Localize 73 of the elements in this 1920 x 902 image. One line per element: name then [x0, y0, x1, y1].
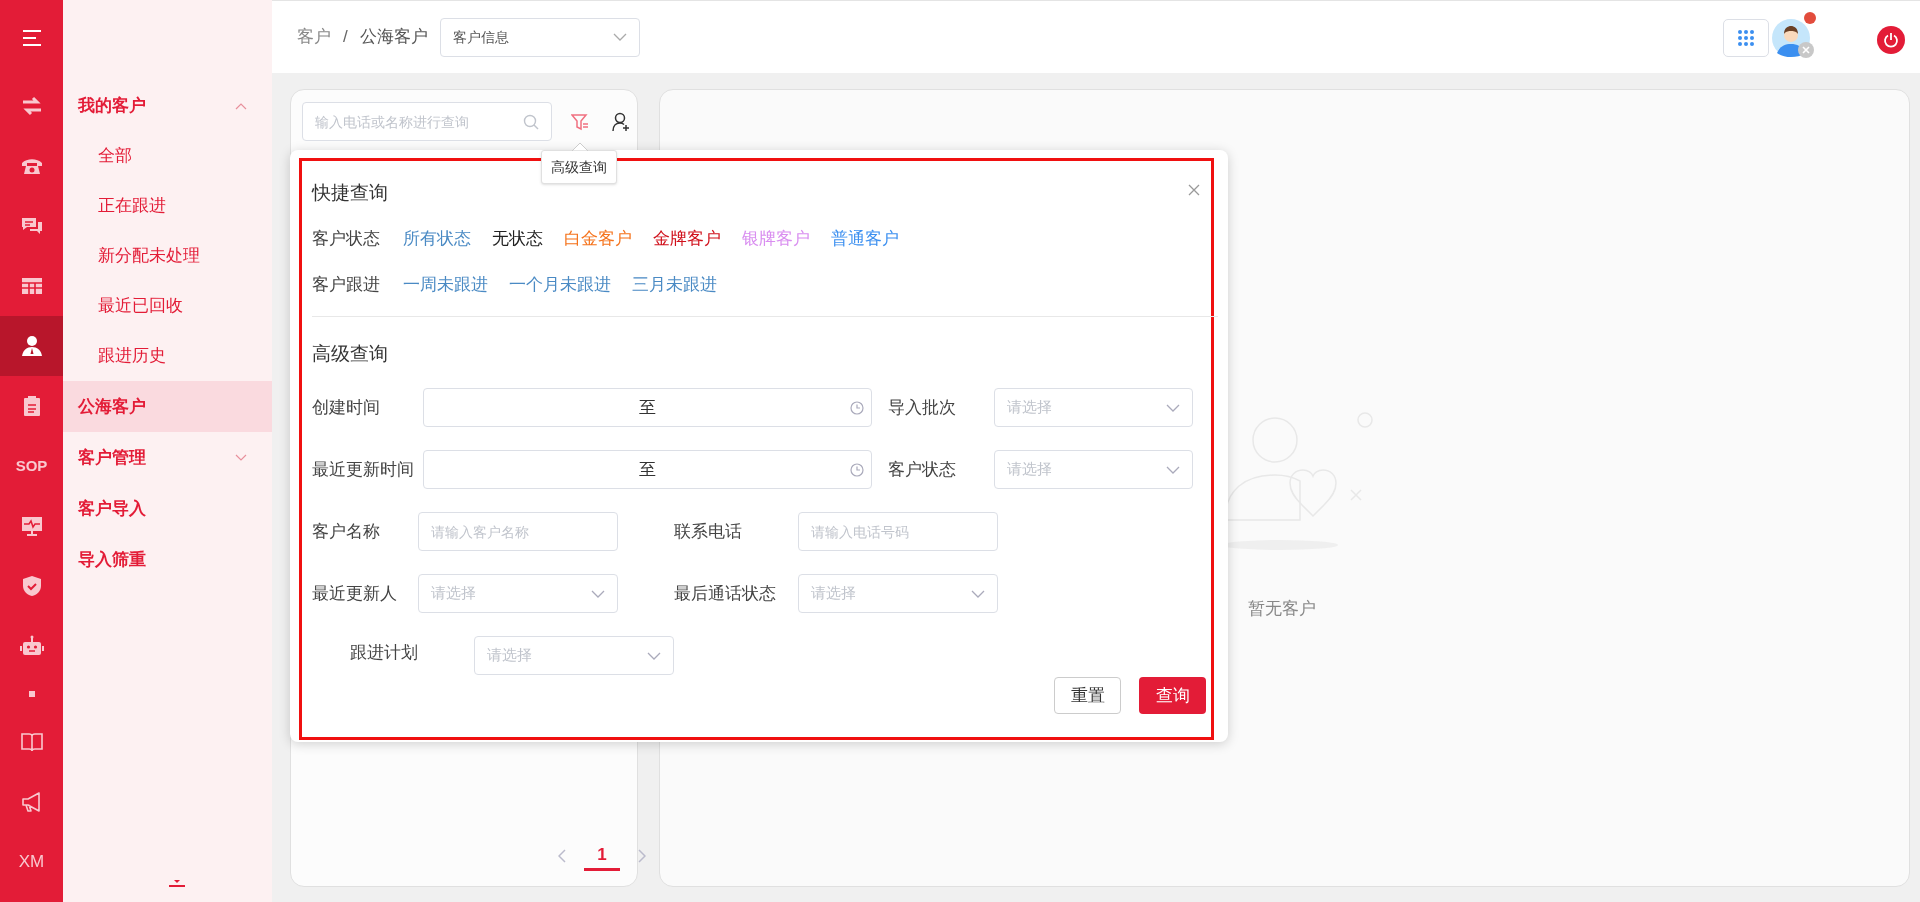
open-book-icon — [19, 730, 44, 754]
field-label: 导入批次 — [888, 396, 957, 419]
chevron-down-icon — [591, 589, 605, 598]
close-icon[interactable] — [1188, 184, 1200, 196]
field-label: 客户状态 — [888, 458, 957, 481]
breadcrumb-item[interactable]: 客户 — [297, 24, 331, 50]
sidebar-item[interactable]: 我的客户 — [63, 80, 272, 131]
clock-icon — [850, 401, 864, 415]
field-label: 跟进计划 — [350, 642, 419, 664]
sidebar-subitem[interactable]: 正在跟进 — [63, 181, 272, 231]
sidebar-subitem[interactable]: 最近已回收 — [63, 281, 272, 331]
apps-grid-icon — [1737, 29, 1755, 47]
follow-filter-link[interactable]: 三月未跟进 — [632, 272, 717, 298]
filter-label: 客户状态 — [312, 228, 380, 251]
chevron-down-icon — [1166, 403, 1180, 412]
clock-icon — [850, 463, 864, 477]
chevron-down-icon — [647, 651, 661, 660]
follow-filter-link[interactable]: 一周未跟进 — [403, 272, 488, 298]
empty-state-text: 暂无客户 — [1248, 598, 1316, 620]
rail-item[interactable]: SOP — [0, 436, 63, 496]
sidebar-item[interactable]: 客户导入 — [63, 483, 272, 534]
power-button[interactable] — [1877, 26, 1905, 54]
field-label: 客户名称 — [312, 520, 381, 543]
status-filter-link[interactable]: 无状态 — [492, 226, 543, 252]
field-label: 联系电话 — [674, 520, 743, 543]
date-range-field[interactable]: 至 — [423, 388, 872, 427]
chevron-right-icon — [638, 849, 646, 863]
person-icon — [19, 334, 44, 358]
view-select[interactable]: 客户信息 — [439, 17, 640, 57]
collapse-marker-icon — [169, 880, 185, 888]
search-icon — [523, 114, 539, 130]
chevron-down-icon — [1166, 465, 1180, 474]
status-filter-link[interactable]: 白金客户 — [564, 226, 632, 252]
monitor-pulse-icon — [19, 514, 44, 538]
field-label: 最近更新人 — [312, 582, 398, 605]
rail-item[interactable]: XM — [0, 832, 63, 892]
search-button[interactable]: 查询 — [1139, 677, 1206, 714]
tooltip: 高级查询 — [541, 150, 617, 184]
status-filter-link[interactable]: 普通客户 — [831, 226, 899, 252]
power-icon — [1883, 32, 1899, 48]
robot-icon — [19, 634, 44, 658]
text-input-field[interactable]: 请输入客户名称 — [418, 512, 618, 551]
page-button[interactable]: 1 — [584, 841, 620, 871]
sidebar-subitem[interactable]: 跟进历史 — [63, 331, 272, 381]
status-filter-link[interactable]: 金牌客户 — [653, 226, 721, 252]
field-label: 最近更新时间 — [312, 458, 415, 481]
section-title: 快捷查询 — [312, 181, 388, 205]
status-filter-link[interactable]: 所有状态 — [403, 226, 471, 252]
tooltip-arrow-icon — [572, 143, 588, 151]
sidebar-item[interactable]: 公海客户 — [63, 381, 272, 432]
filter-icon[interactable] — [571, 113, 589, 131]
field-label: 最后通话状态 — [674, 582, 777, 605]
sidebar-item[interactable]: 导入筛重 — [63, 534, 272, 585]
search-field[interactable]: 输入电话或名称进行查询 — [302, 102, 552, 141]
reset-button[interactable]: 重置 — [1054, 677, 1121, 714]
add-user-icon[interactable] — [612, 112, 632, 132]
sidebar-subitem[interactable]: 全部 — [63, 131, 272, 181]
breadcrumb-separator: / — [343, 26, 348, 49]
chevron-down-icon — [971, 589, 985, 598]
text-input-field[interactable]: 请输入电话号码 — [798, 512, 998, 551]
status-filter-link[interactable]: 银牌客户 — [742, 226, 810, 252]
field-label: 创建时间 — [312, 396, 381, 419]
sidebar-item[interactable]: 客户管理 — [63, 432, 272, 483]
section-title: 高级查询 — [312, 342, 388, 366]
rail-item[interactable] — [0, 316, 63, 376]
breadcrumb-item: 公海客户 — [359, 26, 428, 49]
chevron-down-icon — [612, 33, 627, 41]
sidebar-subitem[interactable]: 新分配未处理 — [63, 231, 272, 281]
filter-label: 客户跟进 — [312, 274, 380, 297]
close-badge-icon — [1798, 42, 1814, 58]
date-range-field[interactable]: 至 — [423, 450, 872, 489]
chevron-left-icon — [558, 849, 566, 863]
follow-filter-link[interactable]: 一个月未跟进 — [509, 272, 611, 298]
